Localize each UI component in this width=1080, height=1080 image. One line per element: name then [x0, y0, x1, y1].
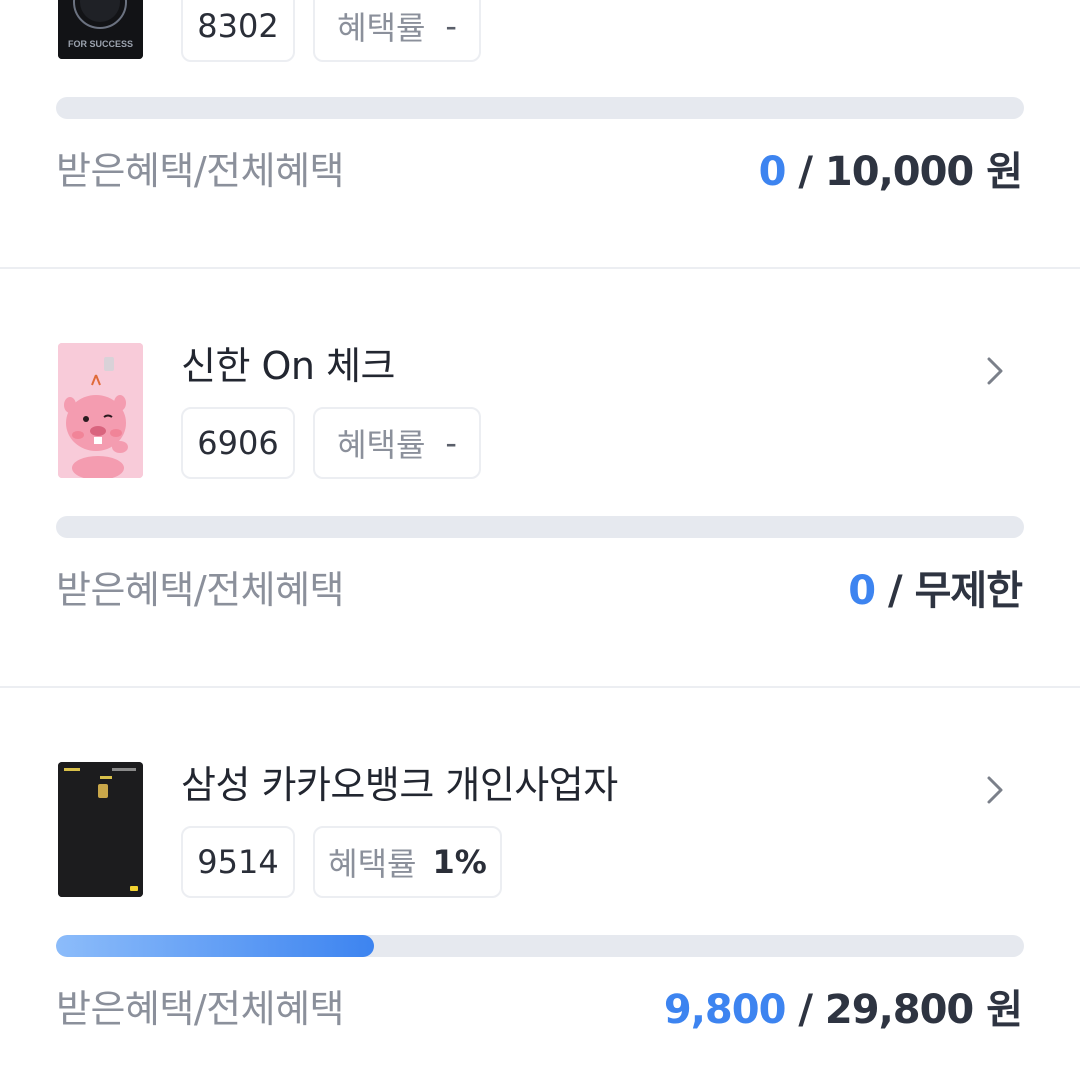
card-number-chip: 9514 [181, 826, 295, 898]
benefit-rate-value: - [445, 7, 457, 45]
card-name: 삼성 카카오뱅크 개인사업자 [181, 763, 618, 807]
benefit-amount: 0 / 무제한 [848, 568, 1023, 614]
chevron-right-icon[interactable] [980, 351, 1010, 391]
card-image [58, 762, 143, 897]
benefit-rate-chip: 혜택률 - [313, 0, 481, 62]
card-art-text: FOR SUCCESS [67, 39, 133, 49]
benefit-rate-label: 혜택률 [337, 426, 426, 464]
total-benefit: 29,800 원 [824, 987, 1023, 1033]
benefit-progress-fill [56, 935, 375, 957]
card-item-9514[interactable]: 삼성 카카오뱅크 개인사업자 9514 혜택률 1% 받은혜택/전체혜택 9,8… [0, 688, 1080, 1080]
card-art-loopy [58, 343, 143, 478]
benefit-rate-label: 혜택률 [337, 9, 426, 47]
card-number: 6906 [197, 424, 279, 462]
benefit-progress-bar [56, 516, 1024, 538]
card-image [58, 343, 143, 478]
benefit-separator: / [785, 987, 825, 1033]
benefit-amount: 0 / 10,000 원 [758, 149, 1023, 195]
benefit-rate-chip: 혜택률 - [313, 407, 481, 479]
card-name: 신한 On 체크 [181, 344, 396, 388]
card-number-chip: 6906 [181, 407, 295, 479]
received-benefit: 9,800 [663, 987, 787, 1033]
benefit-progress-bar [56, 97, 1024, 119]
card-art-bubble [58, 0, 143, 59]
benefit-rate-value: 1% [432, 843, 487, 881]
benefit-rate-chip: 혜택률 1% [313, 826, 502, 898]
benefit-progress-bar [56, 935, 1024, 957]
card-number: 8302 [197, 7, 279, 45]
benefit-label: 받은혜택/전체혜택 [56, 149, 344, 193]
benefit-rate-label: 혜택률 [328, 845, 417, 883]
card-number-chip: 8302 [181, 0, 295, 62]
card-benefit-list: FOR SUCCESS 8302 혜택률 - 받은혜택/전체혜택 0 / 10,… [0, 0, 1080, 1080]
benefit-label: 받은혜택/전체혜택 [56, 987, 344, 1031]
received-benefit: 0 [758, 149, 787, 195]
benefit-separator: / [875, 568, 915, 614]
card-art-black [58, 762, 143, 897]
received-benefit: 0 [848, 568, 876, 614]
benefit-rate-value: - [445, 424, 457, 462]
benefit-separator: / [785, 149, 825, 195]
benefit-label: 받은혜택/전체혜택 [56, 568, 344, 612]
chevron-right-icon[interactable] [980, 770, 1010, 810]
benefit-amount: 9,800 / 29,800 원 [663, 987, 1023, 1033]
card-item-8302[interactable]: FOR SUCCESS 8302 혜택률 - 받은혜택/전체혜택 0 / 10,… [0, 0, 1080, 268]
total-benefit: 무제한 [914, 568, 1023, 614]
card-item-6906[interactable]: 신한 On 체크 6906 혜택률 - 받은혜택/전체혜택 0 / 무제한 [0, 269, 1080, 687]
total-benefit: 10,000 원 [824, 149, 1023, 195]
card-image: FOR SUCCESS [58, 0, 143, 59]
card-number: 9514 [197, 843, 279, 881]
